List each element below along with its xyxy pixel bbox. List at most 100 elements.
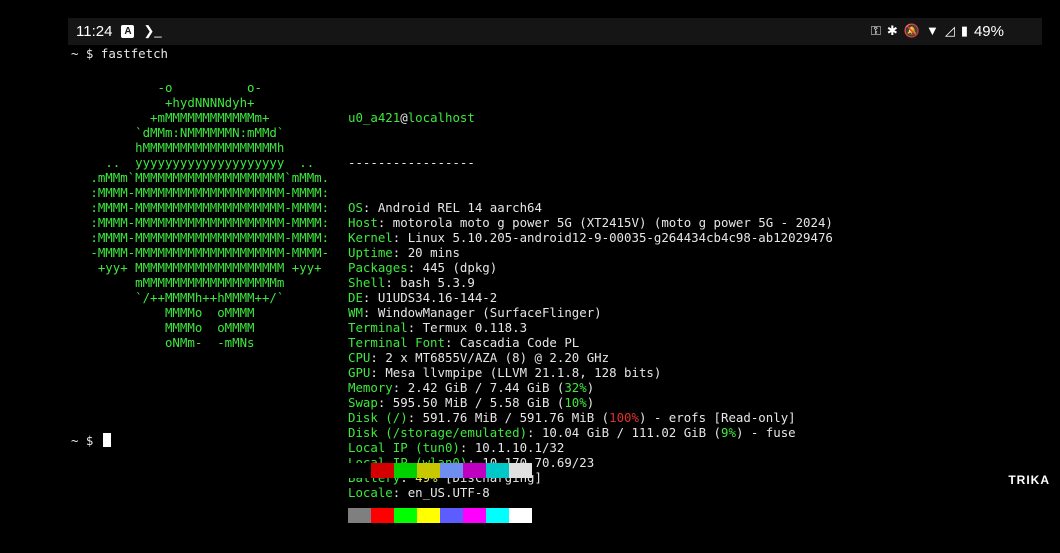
color-swatch	[440, 508, 463, 523]
info-key: Disk (/)	[348, 410, 408, 425]
color-swatch	[371, 508, 394, 523]
info-value: Linux 5.10.205-android12-9-00035-g264434…	[407, 230, 833, 245]
info-key: Packages	[348, 260, 408, 275]
logo-line: -MMMM-MMMMMMMMMMMMMMMMMMMM-MMMM-	[68, 245, 330, 260]
color-swatch	[486, 508, 509, 523]
info-key: DE	[348, 290, 363, 305]
info-row: Shell: bash 5.3.9	[348, 275, 475, 290]
info-row: Uptime: 20 mins	[348, 245, 460, 260]
android-ascii-logo: -o o- +hydNNNNdyh+ +mMMMMMMMMMMMMm+ `dMM…	[68, 80, 329, 350]
info-key: GPU	[348, 365, 371, 380]
info-row: Terminal: Termux 0.118.3	[348, 320, 528, 335]
info-value: Mesa llvmpipe (LLVM 21.1.8, 128 bits)	[385, 365, 662, 380]
info-key: Uptime	[348, 245, 393, 260]
color-swatch	[440, 463, 463, 478]
logo-line: hMMMMMMMMMMMMMMMMMMh	[68, 140, 285, 155]
info-key: Memory	[348, 380, 393, 395]
info-row: Terminal Font: Cascadia Code PL	[348, 335, 580, 350]
bluetooth-icon: ✱	[886, 23, 898, 38]
info-key: Swap	[348, 395, 378, 410]
info-value: Cascadia Code PL	[459, 335, 580, 350]
mute-icon: 🔕	[903, 23, 920, 38]
signal-icon: ◿	[944, 23, 955, 38]
color-swatch	[371, 463, 394, 478]
hostname: localhost	[407, 110, 475, 125]
info-key: OS	[348, 200, 363, 215]
logo-line: MMMMo oMMMM	[68, 305, 255, 320]
info-row: CPU: 2 x MT6855V/AZA (8) @ 2.20 GHz	[348, 350, 610, 365]
palette-row-bright	[348, 508, 532, 523]
info-value: 591.76 MiB / 591.76 MiB (	[422, 410, 610, 425]
logo-line: mMMMMMMMMMMMMMMMMMMm	[68, 275, 285, 290]
logo-line: :MMMM-MMMMMMMMMMMMMMMMMMMM-MMMM:	[68, 215, 330, 230]
info-key: WM	[348, 305, 363, 320]
info-value: Android REL 14 aarch64	[377, 200, 542, 215]
at-sign: @	[400, 110, 408, 125]
info-value: 10.04 GiB / 111.02 GiB (	[541, 425, 722, 440]
logo-line: +mMMMMMMMMMMMMm+	[68, 110, 270, 125]
prompt-symbol: ~ $	[71, 46, 94, 61]
color-palette	[348, 433, 532, 553]
info-key: Host	[348, 215, 378, 230]
logo-line: :MMMM-MMMMMMMMMMMMMMMMMMMM-MMMM:	[68, 200, 330, 215]
user-host-line: u0_a421@localhost	[348, 110, 833, 125]
info-row: Swap: 595.50 MiB / 5.58 GiB (10%)	[348, 395, 595, 410]
logo-line: +hydNNNNdyh+	[68, 95, 255, 110]
info-row: GPU: Mesa llvmpipe (LLVM 21.1.8, 128 bit…	[348, 365, 662, 380]
color-swatch	[394, 508, 417, 523]
terminal-notification-icon: ❯_	[143, 23, 162, 38]
info-key: CPU	[348, 350, 371, 365]
color-swatch	[348, 463, 371, 478]
logo-line: MMMMo oMMMM	[68, 320, 255, 335]
prompt-symbol: ~ $	[71, 433, 94, 448]
info-key: Terminal	[348, 320, 408, 335]
info-value: 595.50 MiB / 5.58 GiB (	[392, 395, 565, 410]
separator: -----------------	[348, 155, 475, 170]
color-swatch	[463, 508, 486, 523]
color-swatch	[509, 508, 532, 523]
percent-value: 100%	[609, 410, 639, 425]
wifi-icon: ▼	[925, 23, 939, 38]
info-row: Host: motorola moto g power 5G (XT2415V)…	[348, 215, 833, 230]
color-swatch	[348, 508, 371, 523]
logo-line: `/++MMMMh++hMMMM++/`	[68, 290, 285, 305]
info-row: Disk (/): 591.76 MiB / 591.76 MiB (100%)…	[348, 410, 796, 425]
input-prompt[interactable]: ~ $	[71, 433, 111, 448]
percent-value: 32%	[564, 380, 587, 395]
info-value: 2.42 GiB / 7.44 GiB (	[407, 380, 565, 395]
info-value: U1UDS34.16-144-2	[377, 290, 498, 305]
info-value: 2 x MT6855V/AZA (8) @ 2.20 GHz	[385, 350, 610, 365]
logo-line: .. yyyyyyyyyyyyyyyyyyyy ..	[68, 155, 315, 170]
info-value: Termux 0.118.3	[422, 320, 528, 335]
logo-line: +yy+ MMMMMMMMMMMMMMMMMMMM +yy+	[68, 260, 322, 275]
percent-value: 10%	[564, 395, 587, 410]
info-key: Shell	[348, 275, 386, 290]
battery-icon: ▮	[960, 23, 968, 38]
info-row: Memory: 2.42 GiB / 7.44 GiB (32%)	[348, 380, 595, 395]
info-row: WM: WindowManager (SurfaceFlinger)	[348, 305, 602, 320]
info-value: motorola moto g power 5G (XT2415V) (moto…	[392, 215, 833, 230]
clock: 11:24	[76, 22, 113, 40]
info-row: OS: Android REL 14 aarch64	[348, 200, 542, 215]
color-swatch	[486, 463, 509, 478]
percent-value: 9%	[721, 425, 736, 440]
watermark: TRIKA	[1008, 473, 1050, 487]
info-row: Kernel: Linux 5.10.205-android12-9-00035…	[348, 230, 833, 245]
notification-app-icon: A	[121, 24, 135, 38]
username: u0_a421	[348, 110, 401, 125]
color-swatch	[394, 463, 417, 478]
color-swatch	[417, 463, 440, 478]
info-key: Kernel	[348, 230, 393, 245]
terminal-output[interactable]: ~ $ fastfetch -o o- +hydNNNNdyh+ +mMMMMM…	[68, 45, 1042, 523]
battery-percent: 49%	[973, 22, 1004, 40]
color-swatch	[417, 508, 440, 523]
logo-line: `dMMm:NMMMMMMN:mMMd`	[68, 125, 285, 140]
logo-line: -o o-	[68, 80, 262, 95]
status-bar: 11:24 A ❯_ ⚿ ✱ 🔕 ▼ ◿ ▮ 49%	[68, 18, 1042, 45]
text-cursor	[102, 433, 111, 447]
command-text: fastfetch	[100, 46, 168, 61]
logo-line: .mMMm`MMMMMMMMMMMMMMMMMMMM`mMMm.	[68, 170, 330, 185]
logo-line: :MMMM-MMMMMMMMMMMMMMMMMMMM-MMMM:	[68, 185, 330, 200]
info-value: WindowManager (SurfaceFlinger)	[377, 305, 602, 320]
phone-screen: 11:24 A ❯_ ⚿ ✱ 🔕 ▼ ◿ ▮ 49% ~ $ fastfetch…	[68, 18, 1042, 523]
